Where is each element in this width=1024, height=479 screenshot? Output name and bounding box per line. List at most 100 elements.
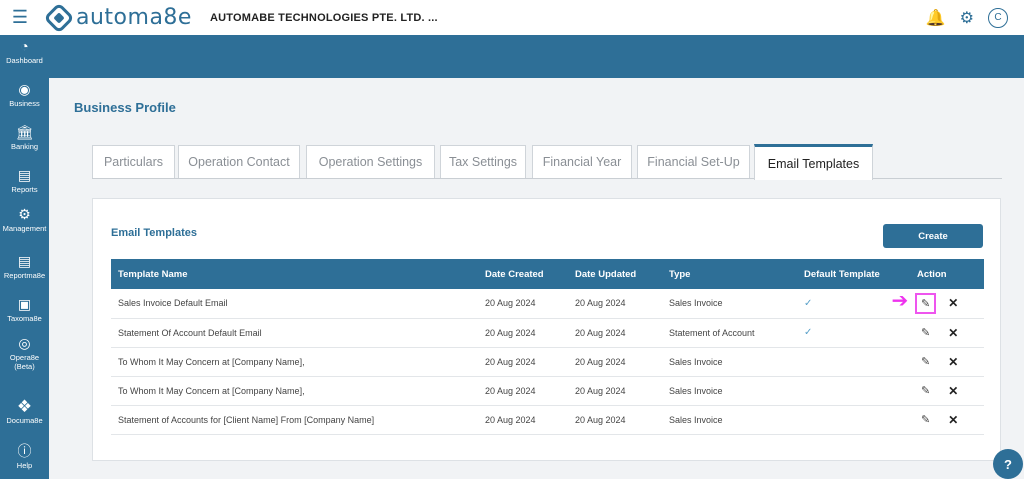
template-name: Statement Of Account Default Email xyxy=(118,327,262,338)
col-date-created[interactable]: Date Created xyxy=(478,259,568,289)
bank-icon: 🏛 xyxy=(15,124,34,140)
taxoma8e-icon: ▣ xyxy=(17,296,32,312)
col-date-updated[interactable]: Date Updated xyxy=(568,259,662,289)
table-row: To Whom It May Concern at [Company Name]… xyxy=(111,347,984,376)
action-cell: ✎ ✕ xyxy=(910,405,984,434)
gear-icon: ⚙ xyxy=(18,206,31,222)
header-band xyxy=(0,35,1024,78)
sidebar-item-opera8e[interactable]: ◎ Opera8e (Beta) xyxy=(0,335,49,372)
template-type: Sales Invoice xyxy=(669,356,723,367)
delete-icon[interactable]: ✕ xyxy=(948,413,958,427)
sidebar-item-label: Help xyxy=(16,461,33,470)
col-type[interactable]: Type xyxy=(662,259,797,289)
delete-icon[interactable]: ✕ xyxy=(948,296,958,310)
table-header-row: Template Name Date Created Date Updated … xyxy=(111,259,984,289)
sidebar-item-label: Reportma8e xyxy=(3,271,46,280)
edit-icon[interactable]: ✎ xyxy=(921,326,930,339)
create-button[interactable]: Create xyxy=(883,224,983,248)
brand-name: automa8e xyxy=(76,5,192,30)
edit-icon[interactable]: ✎ xyxy=(921,355,930,368)
date-updated: 20 Aug 2024 xyxy=(575,385,626,396)
tab-financial-setup[interactable]: Financial Set-Up xyxy=(637,145,750,178)
template-type: Statement of Account xyxy=(669,327,755,338)
page-title: Business Profile xyxy=(74,100,176,115)
pie-chart-icon: ◔ xyxy=(20,38,29,54)
table-row: To Whom It May Concern at [Company Name]… xyxy=(111,376,984,405)
tab-email-templates[interactable]: Email Templates xyxy=(754,144,873,180)
sidebar-item-label: Documa8e xyxy=(6,416,43,425)
help-icon: ⓘ xyxy=(17,443,32,459)
date-updated: 20 Aug 2024 xyxy=(575,327,626,338)
sidebar-item-label: Reports xyxy=(11,185,38,194)
email-templates-card: Email Templates Create Template Name Dat… xyxy=(92,198,1001,461)
avatar[interactable]: C xyxy=(988,7,1008,28)
sidebar-item-reportma8e[interactable]: ▤ Reportma8e xyxy=(0,253,49,281)
template-name: Sales Invoice Default Email xyxy=(118,298,228,309)
arrow-right-icon: ➔ xyxy=(891,289,909,312)
sidebar-item-help[interactable]: ⓘ Help xyxy=(0,443,49,471)
sidebar-item-management[interactable]: ⚙ Management xyxy=(0,206,49,234)
check-icon: ✓ xyxy=(804,297,813,309)
opera8e-icon: ◎ xyxy=(18,335,31,351)
brand-logo[interactable]: automa8e xyxy=(43,1,192,34)
documa8e-icon: ❖ xyxy=(16,397,33,416)
col-template-name[interactable]: Template Name xyxy=(111,259,478,289)
template-name: To Whom It May Concern at [Company Name]… xyxy=(118,356,305,367)
default-cell xyxy=(797,376,910,405)
date-created: 20 Aug 2024 xyxy=(485,414,536,425)
tab-operation-contact[interactable]: Operation Contact xyxy=(178,145,300,178)
sidebar: ◔ Dashboard ◉ Business 🏛 Banking ▤ Repor… xyxy=(0,35,49,479)
date-updated: 20 Aug 2024 xyxy=(575,298,626,309)
default-cell xyxy=(797,347,910,376)
action-cell: ➔ ✎ ✕ xyxy=(891,289,984,318)
delete-icon[interactable]: ✕ xyxy=(948,355,958,369)
tab-operation-settings[interactable]: Operation Settings xyxy=(306,145,435,178)
edit-icon[interactable]: ✎ xyxy=(921,384,930,397)
tab-bar: Particulars Operation Contact Operation … xyxy=(92,144,1002,180)
date-created: 20 Aug 2024 xyxy=(485,327,536,338)
edit-icon[interactable]: ✎ xyxy=(921,297,930,310)
sidebar-item-reports[interactable]: ▤ Reports xyxy=(0,167,49,195)
sidebar-item-taxoma8e[interactable]: ▣ Taxoma8e xyxy=(0,296,49,324)
sidebar-item-label: Opera8e (Beta) xyxy=(9,353,40,371)
delete-icon[interactable]: ✕ xyxy=(948,326,958,340)
card-title: Email Templates xyxy=(111,227,197,239)
help-chat-button[interactable]: ? xyxy=(993,449,1023,479)
sidebar-item-label: Management xyxy=(2,224,47,233)
business-icon: ◉ xyxy=(18,81,31,97)
gear-icon[interactable]: ⚙ xyxy=(960,8,974,28)
sidebar-item-banking[interactable]: 🏛 Banking xyxy=(0,124,49,152)
action-cell: ✎ ✕ xyxy=(910,376,984,405)
edit-icon[interactable]: ✎ xyxy=(921,413,930,426)
reportma8e-icon: ▤ xyxy=(17,253,32,269)
table-row: Sales Invoice Default Email 20 Aug 2024 … xyxy=(111,289,984,318)
action-cell: ✎ ✕ xyxy=(910,318,984,347)
default-cell: ✓ xyxy=(797,318,910,347)
report-icon: ▤ xyxy=(17,167,32,183)
sidebar-item-label: Dashboard xyxy=(6,56,43,65)
edit-highlight: ➔ ✎ xyxy=(891,291,937,314)
bell-icon[interactable]: 🔔 xyxy=(926,8,946,28)
col-action: Action xyxy=(917,268,947,280)
table-row: Statement Of Account Default Email 20 Au… xyxy=(111,318,984,347)
sidebar-item-business[interactable]: ◉ Business xyxy=(0,81,49,109)
template-type: Sales Invoice xyxy=(669,385,723,396)
date-created: 20 Aug 2024 xyxy=(485,298,536,309)
tab-tax-settings[interactable]: Tax Settings xyxy=(440,145,526,178)
tab-particulars[interactable]: Particulars xyxy=(92,145,175,178)
tab-financial-year[interactable]: Financial Year xyxy=(532,145,632,178)
date-updated: 20 Aug 2024 xyxy=(575,356,626,367)
template-type: Sales Invoice xyxy=(669,298,723,309)
sidebar-item-documa8e[interactable]: ❖ Documa8e xyxy=(0,397,49,425)
col-default-template[interactable]: Default Template xyxy=(797,259,910,289)
template-type: Sales Invoice xyxy=(669,414,723,425)
company-name[interactable]: AUTOMABE TECHNOLOGIES PTE. LTD. ... xyxy=(210,12,438,24)
table-row: Statement of Accounts for [Client Name] … xyxy=(111,405,984,434)
date-created: 20 Aug 2024 xyxy=(485,385,536,396)
default-cell xyxy=(797,405,910,434)
sidebar-item-dashboard[interactable]: ◔ Dashboard xyxy=(0,38,49,66)
template-name: To Whom It May Concern at [Company Name]… xyxy=(118,385,305,396)
hamburger-menu-icon[interactable]: ☰ xyxy=(0,0,40,35)
delete-icon[interactable]: ✕ xyxy=(948,384,958,398)
date-updated: 20 Aug 2024 xyxy=(575,414,626,425)
